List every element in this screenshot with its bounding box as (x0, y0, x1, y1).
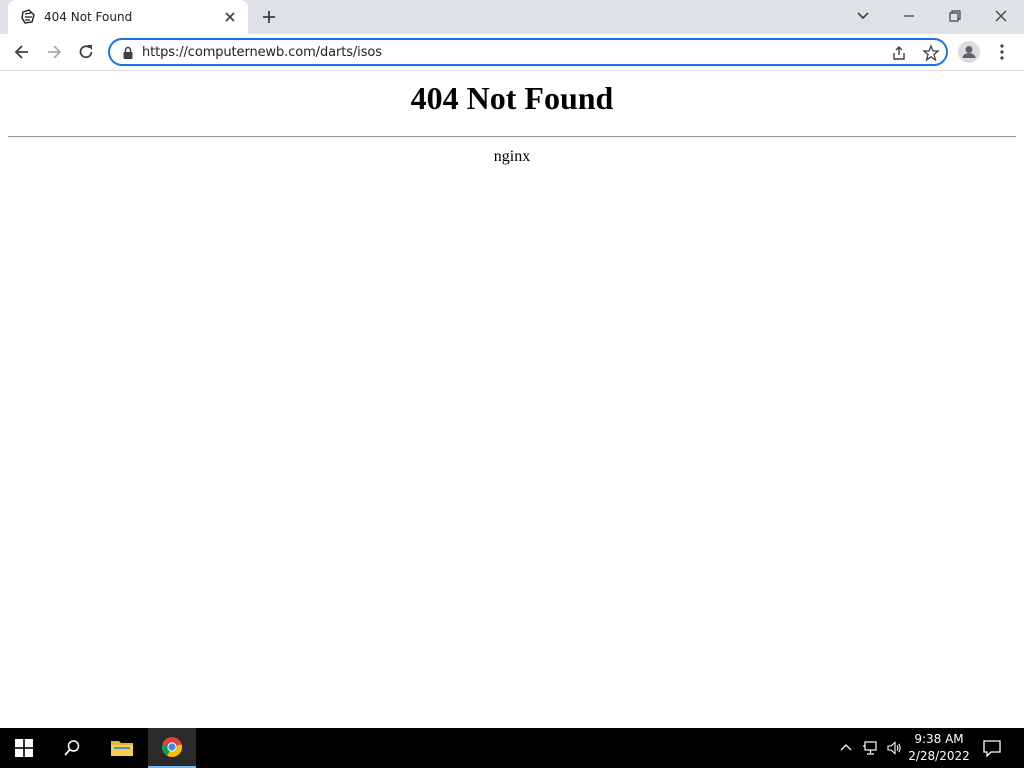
back-icon[interactable] (12, 42, 32, 62)
minimize-icon[interactable] (899, 6, 919, 26)
taskbar: 9:38 AM 2/28/2022 (0, 728, 1024, 768)
notification-icon[interactable] (982, 738, 1002, 758)
page-content: 404 Not Found nginx (0, 72, 1024, 728)
divider (8, 136, 1016, 138)
chrome-taskbar-button[interactable] (148, 728, 196, 768)
start-button[interactable] (0, 728, 48, 768)
close-window-icon[interactable] (991, 6, 1011, 26)
tab-strip: 404 Not Found (0, 0, 1024, 34)
star-icon[interactable] (922, 44, 940, 62)
url-text[interactable]: https://computernewb.com/darts/isos (142, 45, 382, 60)
server-name: nginx (493, 148, 531, 165)
file-explorer-button[interactable] (98, 728, 146, 768)
lock-icon[interactable] (122, 46, 134, 60)
share-icon[interactable] (890, 44, 908, 62)
profile-icon[interactable] (958, 41, 980, 63)
tab-title: 404 Not Found (44, 10, 133, 24)
chevron-up-icon[interactable] (838, 740, 854, 756)
search-button[interactable] (48, 728, 96, 768)
reload-icon[interactable] (76, 42, 96, 62)
chrome-icon (161, 737, 183, 758)
page-heading: 404 Not Found (410, 80, 614, 116)
menu-icon[interactable] (993, 42, 1011, 62)
forward-icon[interactable] (44, 42, 64, 62)
darts-icon (21, 9, 35, 24)
tab-search-icon[interactable] (853, 6, 873, 26)
taskbar-clock[interactable]: 9:38 AM 2/28/2022 (906, 731, 972, 765)
restore-icon[interactable] (945, 6, 965, 26)
tab-active[interactable]: 404 Not Found (8, 0, 248, 34)
new-tab-icon[interactable] (260, 8, 278, 26)
search-icon (64, 740, 80, 756)
start-icon (15, 739, 33, 757)
browser-toolbar: https://computernewb.com/darts/isos (0, 34, 1024, 71)
address-bar[interactable]: https://computernewb.com/darts/isos (108, 38, 948, 66)
volume-icon[interactable] (886, 740, 902, 756)
file-explorer-icon (111, 741, 133, 756)
clock-time: 9:38 AM (914, 732, 964, 746)
network-icon[interactable] (862, 740, 878, 756)
close-tab-icon[interactable] (222, 9, 238, 25)
clock-date: 2/28/2022 (908, 749, 970, 763)
